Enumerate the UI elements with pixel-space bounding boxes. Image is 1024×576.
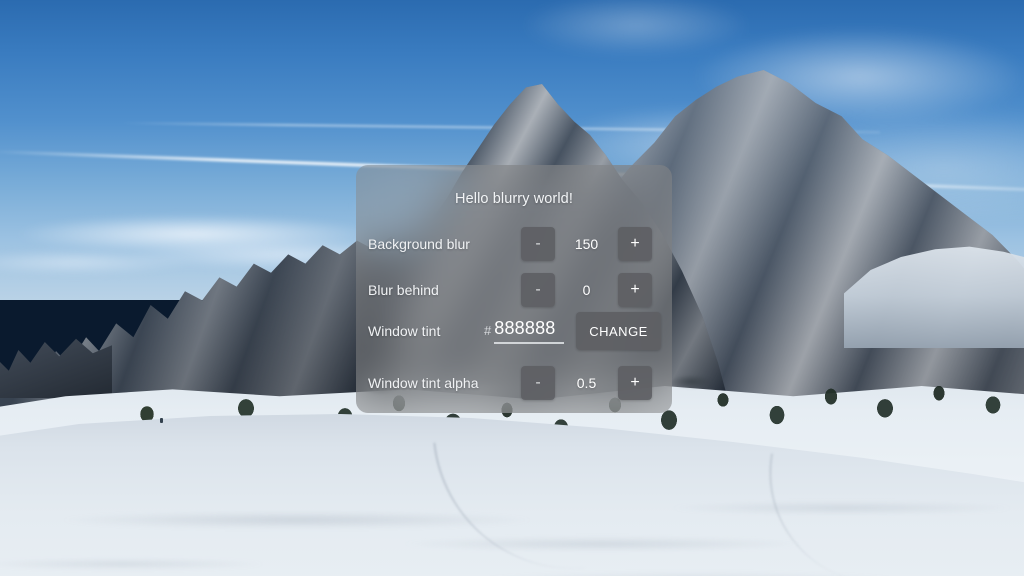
label-window-tint: Window tint — [368, 323, 441, 339]
setting-row-window-tint: Window tint # CHANGE — [356, 312, 672, 350]
setting-row-window-tint-alpha: Window tint alpha - 0.5 + — [356, 364, 672, 402]
hash-symbol-icon: # — [484, 322, 492, 338]
label-blur-behind: Blur behind — [368, 282, 439, 298]
window-tint-controls: # CHANGE — [484, 312, 661, 350]
window-tint-hex-input[interactable] — [494, 318, 565, 344]
background-blur-increment-button[interactable]: + — [618, 227, 652, 261]
blur-behind-increment-button[interactable]: + — [618, 273, 652, 307]
distant-skier — [160, 418, 163, 423]
setting-row-background-blur: Background blur - 150 + — [356, 225, 672, 263]
setting-row-blur-behind: Blur behind - 0 + — [356, 271, 672, 309]
window-tint-alpha-increment-button[interactable]: + — [618, 366, 652, 400]
window-tint-alpha-value: 0.5 — [576, 375, 597, 391]
stepper-blur-behind: - 0 + — [521, 271, 652, 309]
window-tint-alpha-decrement-button[interactable]: - — [521, 366, 555, 400]
blur-behind-decrement-button[interactable]: - — [521, 273, 555, 307]
label-window-tint-alpha: Window tint alpha — [368, 375, 479, 391]
background-blur-decrement-button[interactable]: - — [521, 227, 555, 261]
blur-settings-panel: Hello blurry world! Background blur - 15… — [356, 165, 672, 413]
rock-outcrop-left — [0, 338, 112, 398]
label-background-blur: Background blur — [368, 236, 470, 252]
app-root: Hello blurry world! Background blur - 15… — [0, 0, 1024, 576]
blur-behind-value: 0 — [582, 282, 591, 298]
page-title: Hello blurry world! — [455, 191, 573, 207]
stepper-window-tint-alpha: - 0.5 + — [521, 364, 652, 402]
window-tint-change-button[interactable]: CHANGE — [576, 312, 661, 350]
background-blur-value: 150 — [574, 236, 599, 252]
stepper-background-blur: - 150 + — [521, 225, 652, 263]
